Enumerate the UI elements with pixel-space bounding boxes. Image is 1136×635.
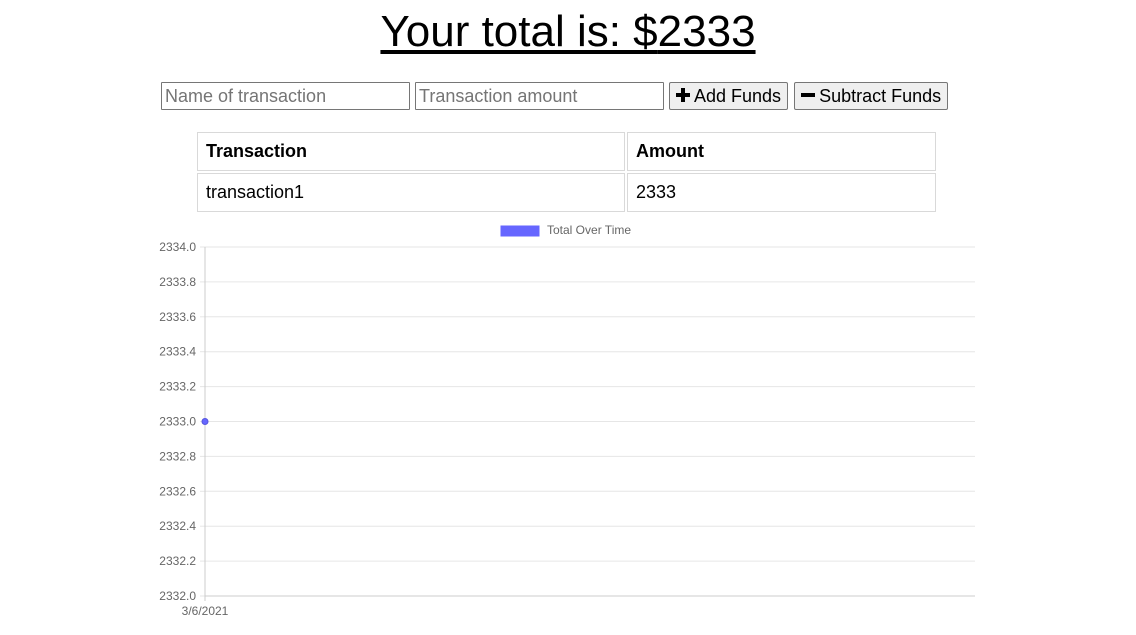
- budget-tracker-page: Your total is: $2333 Add Funds Subtract …: [0, 0, 1136, 635]
- y-tick-label: 2333.8: [159, 275, 196, 289]
- header-amount: Amount: [627, 132, 936, 171]
- transaction-form: Add Funds Subtract Funds: [161, 82, 954, 110]
- legend-label: Total Over Time: [547, 223, 631, 237]
- y-tick-label: 2334.0: [159, 240, 196, 254]
- y-tick-label: 2333.6: [159, 310, 196, 324]
- add-funds-label: Add Funds: [694, 85, 782, 106]
- y-tick-label: 2332.4: [159, 519, 196, 533]
- cell-transaction-name: transaction1: [197, 173, 625, 212]
- data-point: [201, 418, 209, 425]
- y-tick-label: 2332.0: [159, 589, 196, 603]
- subtract-funds-label: Subtract Funds: [819, 85, 942, 106]
- chart-svg: Total Over Time 2334.0 2333.8 2333.6 2333.4 2…: [159, 223, 975, 618]
- y-tick-label: 2333.2: [159, 380, 196, 394]
- x-tick-label: 3/6/2021: [182, 604, 229, 618]
- header-transaction: Transaction: [197, 132, 625, 171]
- y-tick-label: 2333.4: [159, 345, 196, 359]
- total-over-time-chart: Total Over Time 2334.0 2333.8 2333.6 2333.4 2…: [140, 218, 990, 628]
- transaction-name-input[interactable]: [161, 82, 410, 110]
- cell-transaction-amount: 2333: [627, 173, 936, 212]
- total-value: 2333: [657, 7, 756, 56]
- y-tick-label: 2332.8: [159, 449, 196, 463]
- minus-icon: [801, 86, 816, 107]
- table-row: transaction1 2333: [197, 173, 936, 212]
- total-heading: Your total is: $2333: [0, 8, 1136, 56]
- legend-swatch: [499, 224, 541, 238]
- y-tick-label: 2332.6: [159, 484, 196, 498]
- transaction-amount-input[interactable]: [415, 82, 664, 110]
- add-funds-button[interactable]: Add Funds: [669, 82, 789, 110]
- transactions-table: Transaction Amount transaction1 2333: [195, 130, 938, 214]
- subtract-funds-button[interactable]: Subtract Funds: [794, 82, 949, 110]
- table-header-row: Transaction Amount: [197, 132, 936, 171]
- y-tick-label: 2332.2: [159, 554, 196, 568]
- total-label: Your total is: $: [380, 7, 658, 56]
- plus-icon: [676, 86, 690, 107]
- y-tick-label: 2333.0: [159, 415, 196, 429]
